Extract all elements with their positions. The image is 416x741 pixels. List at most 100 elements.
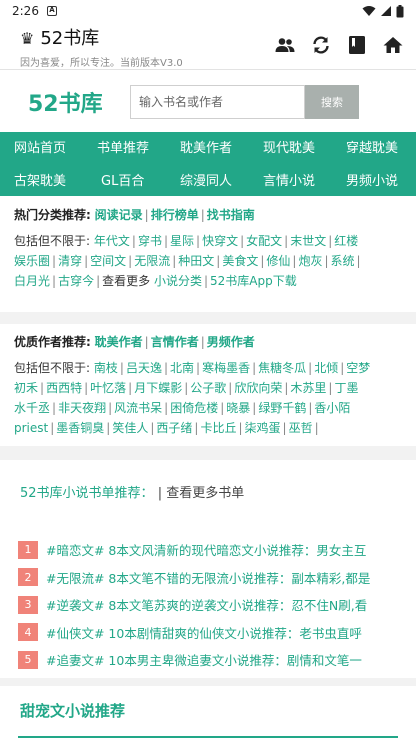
app-title: 52书库 bbox=[40, 28, 100, 49]
tag-link[interactable]: 古穿今 bbox=[58, 274, 94, 288]
booklist-list: 1 #暗恋文# 8本文风清新的现代暗恋文小说推荐：男女主互 2 #无限流# 8本… bbox=[18, 536, 406, 674]
tag-link[interactable]: 女配文 bbox=[246, 234, 282, 248]
tag-link[interactable]: 清穿 bbox=[58, 254, 82, 268]
battery-icon bbox=[396, 4, 404, 17]
search-button[interactable]: 搜索 bbox=[305, 85, 359, 119]
refresh-icon[interactable] bbox=[310, 34, 332, 56]
author-link[interactable]: 欣欣向荣 bbox=[234, 381, 282, 395]
list-item[interactable]: 1 #暗恋文# 8本文风清新的现代暗恋文小说推荐：男女主互 bbox=[18, 536, 406, 564]
authors-header: 优质作者推荐: 耽美作者 | 言情作者 | 男频作者 bbox=[14, 335, 255, 349]
nav-item-home[interactable]: 网站首页 bbox=[14, 132, 66, 165]
authors-line-1: 包括但不限于: 南枝 | 吕天逸 | 北南 | 寒梅墨香 | 焦糖冬瓜 | 北倾 | 空梦 bbox=[14, 361, 371, 375]
authors-card: 优质作者推荐: 耽美作者 | 言情作者 | 男频作者 包括但不限于: 南枝 | 吕天逸 | 北南… bbox=[0, 324, 416, 446]
nav-item-romance[interactable]: 言情小说 bbox=[263, 165, 315, 198]
authors-line-2: 初禾 | 西西特 | 叶忆落 | 月下蝶影 | 公子歌 | 欣欣向荣 | 木苏里 | 丁墨 bbox=[14, 381, 359, 395]
author-link[interactable]: 北倾 bbox=[314, 361, 338, 375]
tag-link[interactable]: 星际 bbox=[170, 234, 194, 248]
list-item[interactable]: 2 #无限流# 8本文笔不错的无限流小说推荐：副本精彩,都是 bbox=[18, 564, 406, 592]
author-link[interactable]: 木苏里 bbox=[290, 381, 326, 395]
author-link[interactable]: 吕天逸 bbox=[126, 361, 162, 375]
app-bar: ♛ 52书库 因为喜爱，所以专注。当前版本V3.0 bbox=[0, 22, 416, 70]
nav-item-booklists[interactable]: 书单推荐 bbox=[97, 132, 149, 165]
booklist-card: 52书库小说书单推荐： | 查看更多书单 1 #暗恋文# 8本文风清新的现代暗恋… bbox=[0, 460, 416, 678]
author-link[interactable]: 公子歌 bbox=[190, 381, 226, 395]
tag-link[interactable]: 娱乐圈 bbox=[14, 254, 50, 268]
author-link[interactable]: 水千丞 bbox=[14, 401, 50, 415]
main-nav: 网站首页 书单推荐 耽美作者 现代耽美 穿越耽美 古架耽美 GL百合 综漫同人 … bbox=[0, 132, 416, 198]
tag-link[interactable]: 修仙 bbox=[266, 254, 290, 268]
author-link[interactable]: 绿野千鹤 bbox=[258, 401, 306, 415]
wifi-icon bbox=[362, 6, 376, 16]
author-link[interactable]: 西子绪 bbox=[156, 421, 192, 435]
bookshelf-icon[interactable] bbox=[346, 34, 368, 56]
crown-icon: ♛ bbox=[20, 29, 35, 48]
romance-authors-link[interactable]: 言情作者 bbox=[151, 335, 199, 349]
sweet-section-title[interactable]: 甜宠文小说推荐 bbox=[20, 700, 125, 721]
tag-link[interactable]: 种田文 bbox=[178, 254, 214, 268]
category-more-link[interactable]: 小说分类 bbox=[154, 274, 202, 288]
tag-link[interactable]: 美食文 bbox=[222, 254, 258, 268]
users-icon[interactable] bbox=[274, 34, 296, 56]
tag-link[interactable]: 红楼 bbox=[334, 234, 358, 248]
male-authors-link[interactable]: 男频作者 bbox=[207, 335, 255, 349]
author-link[interactable]: 叶忆落 bbox=[90, 381, 126, 395]
author-link[interactable]: 丁墨 bbox=[334, 381, 358, 395]
author-link[interactable]: 墨香铜臭 bbox=[56, 421, 104, 435]
author-link[interactable]: 寒梅墨香 bbox=[202, 361, 250, 375]
home-icon[interactable] bbox=[382, 34, 404, 56]
app-download-link[interactable]: 52书库App下载 bbox=[210, 274, 297, 288]
author-link[interactable]: 柒鸡蛋 bbox=[245, 421, 281, 435]
tag-link[interactable]: 穿书 bbox=[138, 234, 162, 248]
author-link[interactable]: 北南 bbox=[170, 361, 194, 375]
search-input[interactable] bbox=[130, 85, 305, 119]
reading-history-link[interactable]: 阅读记录 bbox=[95, 208, 143, 222]
site-logo[interactable]: 52书库 bbox=[28, 86, 103, 118]
book-guide-link[interactable]: 找书指南 bbox=[207, 208, 255, 222]
danmei-authors-link[interactable]: 耽美作者 bbox=[95, 335, 143, 349]
nav-item-time-travel[interactable]: 穿越耽美 bbox=[346, 132, 398, 165]
author-link[interactable]: 风流书呆 bbox=[114, 401, 162, 415]
tag-link[interactable]: 炮灰 bbox=[298, 254, 322, 268]
author-link[interactable]: 笑佳人 bbox=[112, 421, 148, 435]
tag-link[interactable]: 末世文 bbox=[290, 234, 326, 248]
nav-item-authors[interactable]: 耽美作者 bbox=[180, 132, 232, 165]
author-link[interactable]: 初禾 bbox=[14, 381, 38, 395]
tag-link[interactable]: 年代文 bbox=[94, 234, 130, 248]
author-link[interactable]: 巫哲 bbox=[289, 421, 313, 435]
author-link[interactable]: 空梦 bbox=[346, 361, 370, 375]
tag-link[interactable]: 白月光 bbox=[14, 274, 50, 288]
hot-categories-card: 热门分类推荐: 阅读记录 | 排行榜单 | 找书指南 包括但不限于: 年代文 | 穿书 | 星际… bbox=[0, 196, 416, 312]
author-link[interactable]: 西西特 bbox=[46, 381, 82, 395]
author-link[interactable]: priest bbox=[14, 421, 48, 435]
list-item[interactable]: 4 #仙侠文# 10本剧情甜爽的仙侠文小说推荐：老书虫直呼 bbox=[18, 619, 406, 647]
ranking-link[interactable]: 排行榜单 bbox=[151, 208, 199, 222]
author-link[interactable]: 晓暴 bbox=[226, 401, 250, 415]
author-link[interactable]: 焦糖冬瓜 bbox=[258, 361, 306, 375]
tag-link[interactable]: 系统 bbox=[331, 254, 355, 268]
list-item-text: #无限流# 8本文笔不错的无限流小说推荐：副本精彩,都是 bbox=[46, 570, 371, 586]
tags-line-3: 白月光 | 古穿今 | 查看更多 小说分类 | 52书库App下载 bbox=[14, 274, 297, 288]
tag-link[interactable]: 快穿文 bbox=[202, 234, 238, 248]
nav-item-gl[interactable]: GL百合 bbox=[101, 165, 144, 198]
rank-badge: 4 bbox=[18, 623, 38, 642]
list-item[interactable]: 5 #追妻文# 10本男主卑微追妻文小说推荐：剧情和文笔一 bbox=[18, 646, 406, 674]
nav-item-modern[interactable]: 现代耽美 bbox=[263, 132, 315, 165]
tag-link[interactable]: 空间文 bbox=[90, 254, 126, 268]
author-link[interactable]: 月下蝶影 bbox=[134, 381, 182, 395]
notification-a-icon: A bbox=[46, 6, 57, 16]
nav-item-ancient[interactable]: 古架耽美 bbox=[14, 165, 66, 198]
author-link[interactable]: 非天夜翔 bbox=[58, 401, 106, 415]
nav-item-male[interactable]: 男频小说 bbox=[346, 165, 398, 198]
author-link[interactable]: 香小陌 bbox=[314, 401, 350, 415]
author-link[interactable]: 困倚危楼 bbox=[170, 401, 218, 415]
author-link[interactable]: 南枝 bbox=[94, 361, 118, 375]
tag-link[interactable]: 无限流 bbox=[134, 254, 170, 268]
app-subtitle: 因为喜爱，所以专注。当前版本V3.0 bbox=[20, 58, 183, 69]
section-divider bbox=[18, 736, 398, 738]
list-item[interactable]: 3 #逆袭文# 8本文笔苏爽的逆袭文小说推荐：忍不住N刷,看 bbox=[18, 591, 406, 619]
nav-item-fanfic[interactable]: 综漫同人 bbox=[180, 165, 232, 198]
more-booklists-link[interactable]: | 查看更多书单 bbox=[158, 486, 245, 501]
author-link[interactable]: 卡比丘 bbox=[200, 421, 236, 435]
list-item-text: #追妻文# 10本男主卑微追妻文小说推荐：剧情和文笔一 bbox=[46, 653, 362, 669]
authors-line-3: 水千丞 | 非天夜翔 | 风流书呆 | 困倚危楼 | 晓暴 | 绿野千鹤 | 香小陌 bbox=[14, 401, 351, 415]
